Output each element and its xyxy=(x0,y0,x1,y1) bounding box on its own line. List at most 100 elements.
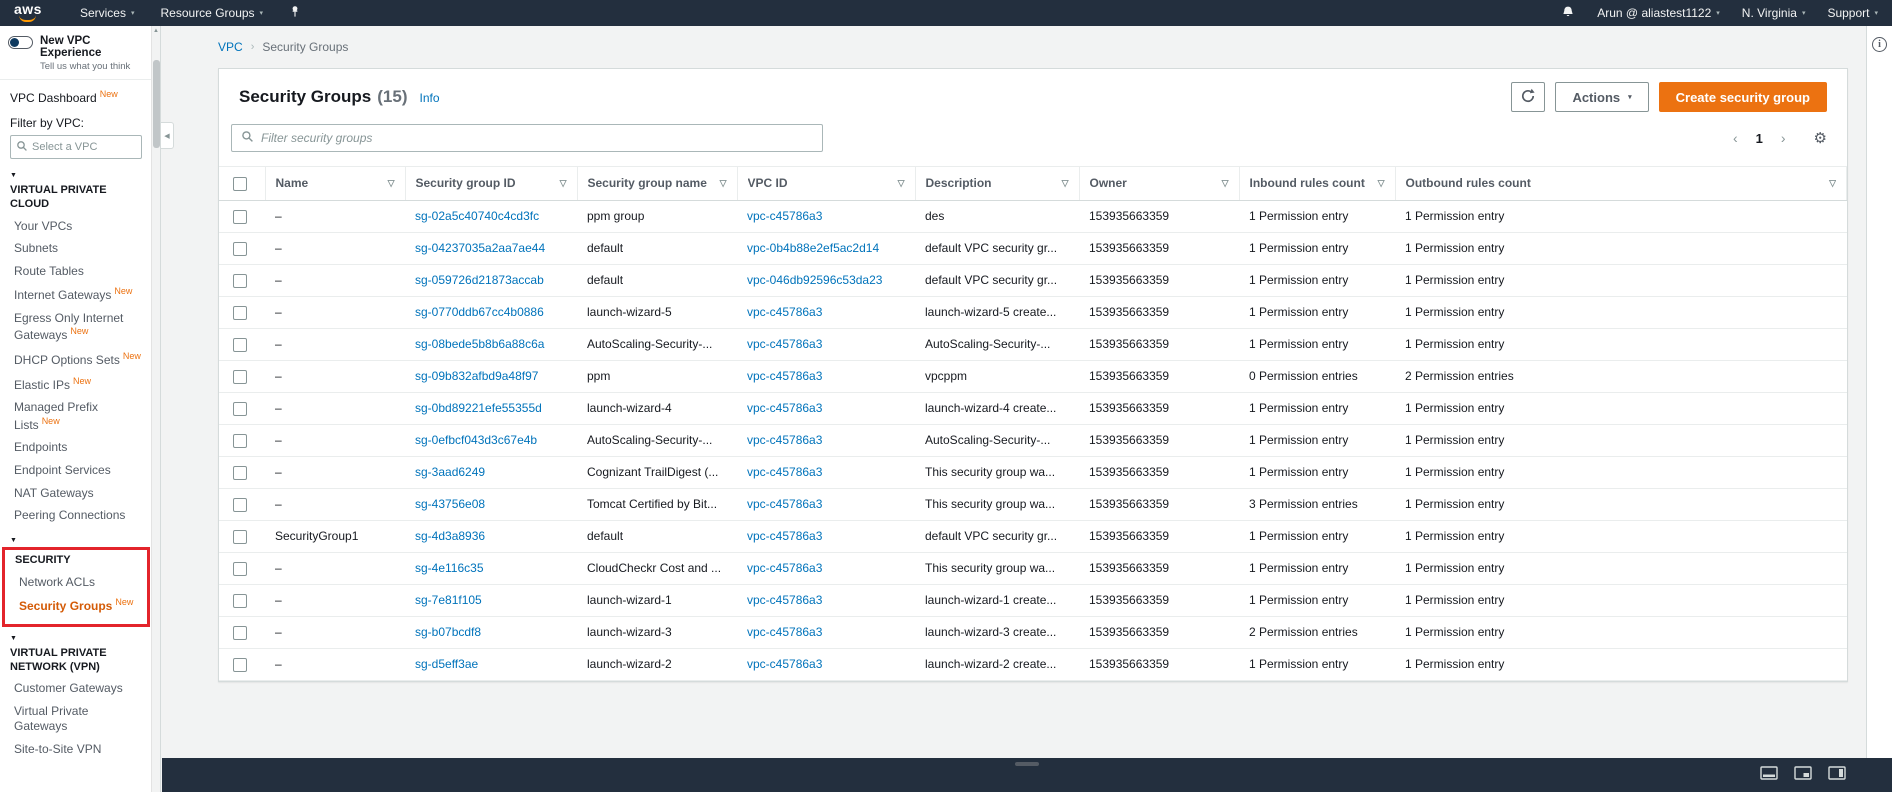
row-checkbox[interactable] xyxy=(233,209,247,224)
notifications-bell-icon[interactable] xyxy=(1561,5,1575,22)
split-view-side-icon[interactable] xyxy=(1828,766,1846,780)
security-group-id-link[interactable]: sg-059726d21873accab xyxy=(415,273,544,287)
sidebar-item[interactable]: Customer Gateways xyxy=(0,678,152,701)
scrollbar-thumb[interactable] xyxy=(153,60,160,148)
column-header[interactable]: VPC ID ▽ xyxy=(737,166,916,201)
security-group-id-link[interactable]: sg-4e116c35 xyxy=(415,561,484,575)
table-row[interactable]: SecurityGroup1 sg-4d3a8936 default vpc-c… xyxy=(219,520,1847,553)
next-page-icon[interactable]: › xyxy=(1775,130,1792,146)
section-collapse-icon[interactable]: ▼ xyxy=(0,630,152,644)
column-header[interactable]: Security group ID ▽ xyxy=(405,166,578,201)
sidebar-item[interactable]: Network ACLs xyxy=(5,572,147,595)
row-checkbox[interactable] xyxy=(233,561,247,576)
vpc-id-link[interactable]: vpc-c45786a3 xyxy=(747,625,822,639)
row-checkbox[interactable] xyxy=(233,593,247,608)
row-checkbox[interactable] xyxy=(233,625,247,640)
row-checkbox[interactable] xyxy=(233,305,247,320)
row-checkbox[interactable] xyxy=(233,497,247,512)
sidebar-item[interactable]: DHCP Options Sets New xyxy=(0,348,152,373)
select-all-checkbox[interactable] xyxy=(233,176,247,191)
region-menu[interactable]: N. Virginia ▾ xyxy=(1742,6,1806,20)
sidebar-item[interactable]: Your VPCs xyxy=(0,216,152,239)
column-filter-icon[interactable]: ▽ xyxy=(1062,178,1069,189)
column-header[interactable]: Inbound rules count ▽ xyxy=(1239,166,1396,201)
actions-button[interactable]: Actions ▾ xyxy=(1555,82,1649,112)
table-row[interactable]: – sg-0efbcf043d3c67e4b AutoScaling-Secur… xyxy=(219,424,1847,457)
vpc-id-link[interactable]: vpc-046db92596c53da23 xyxy=(747,273,882,287)
account-menu[interactable]: Arun @ aliastest1122 ▾ xyxy=(1597,6,1720,20)
column-filter-icon[interactable]: ▽ xyxy=(1222,178,1229,189)
panel-drag-handle[interactable] xyxy=(1015,762,1039,766)
row-checkbox[interactable] xyxy=(233,273,247,288)
info-icon[interactable]: i xyxy=(1872,37,1887,52)
security-group-id-link[interactable]: sg-09b832afbd9a48f97 xyxy=(415,369,538,383)
sidebar-item[interactable]: Security Groups New xyxy=(5,594,147,619)
table-row[interactable]: – sg-08bede5b8b6a88c6a AutoScaling-Secur… xyxy=(219,328,1847,361)
security-group-id-link[interactable]: sg-3aad6249 xyxy=(415,465,485,479)
create-security-group-button[interactable]: Create security group xyxy=(1658,82,1827,112)
pin-icon[interactable] xyxy=(289,5,301,21)
security-group-id-link[interactable]: sg-02a5c40740c4cd3fc xyxy=(415,209,539,223)
sidebar-item[interactable]: Subnets xyxy=(0,238,152,261)
column-header[interactable]: Security group name ▽ xyxy=(577,166,738,201)
new-vpc-experience-toggle[interactable]: New VPC Experience Tell us what you thin… xyxy=(0,26,152,79)
vpc-id-link[interactable]: vpc-c45786a3 xyxy=(747,465,822,479)
vpc-id-link[interactable]: vpc-c45786a3 xyxy=(747,433,822,447)
table-row[interactable]: – sg-7e81f105 launch-wizard-1 vpc-c45786… xyxy=(219,584,1847,617)
toggle-switch[interactable] xyxy=(8,36,33,49)
sidebar-item[interactable]: Managed Prefix Lists New xyxy=(0,397,152,437)
table-row[interactable]: – sg-04237035a2aa7ae44 default vpc-0b4b8… xyxy=(219,232,1847,265)
settings-gear-icon[interactable]: ⚙ xyxy=(1814,129,1827,147)
vpc-filter-input[interactable] xyxy=(32,141,136,153)
column-filter-icon[interactable]: ▽ xyxy=(1829,178,1836,189)
table-row[interactable]: – sg-4e116c35 CloudCheckr Cost and ... v… xyxy=(219,552,1847,585)
table-row[interactable]: – sg-0bd89221efe55355d launch-wizard-4 v… xyxy=(219,392,1847,425)
support-menu[interactable]: Support ▾ xyxy=(1827,6,1878,20)
vpc-id-link[interactable]: vpc-c45786a3 xyxy=(747,561,822,575)
sidebar-item[interactable]: Endpoint Services xyxy=(0,460,152,483)
security-group-id-link[interactable]: sg-43756e08 xyxy=(415,497,485,511)
vpc-id-link[interactable]: vpc-c45786a3 xyxy=(747,305,822,319)
previous-page-icon[interactable]: ‹ xyxy=(1727,130,1744,146)
sidebar-item[interactable]: Route Tables xyxy=(0,261,152,284)
sidebar-item[interactable]: Virtual Private Gateways xyxy=(0,701,152,739)
split-view-bottom-icon[interactable] xyxy=(1760,766,1778,780)
table-row[interactable]: – sg-09b832afbd9a48f97 ppm vpc-c45786a3 … xyxy=(219,360,1847,393)
column-header[interactable]: Owner ▽ xyxy=(1079,166,1240,201)
split-view-corner-icon[interactable] xyxy=(1794,766,1812,780)
section-collapse-icon[interactable]: ▼ xyxy=(0,532,152,546)
column-header[interactable]: Outbound rules count ▽ xyxy=(1395,166,1847,201)
column-filter-icon[interactable]: ▽ xyxy=(388,178,395,189)
column-filter-icon[interactable]: ▽ xyxy=(720,178,727,189)
column-header[interactable]: Description ▽ xyxy=(915,166,1080,201)
resource-groups-menu[interactable]: Resource Groups ▾ xyxy=(161,6,264,20)
sidebar-scrollbar[interactable]: ▲ xyxy=(151,26,160,792)
security-group-id-link[interactable]: sg-0bd89221efe55355d xyxy=(415,401,542,415)
security-group-id-link[interactable]: sg-0efbcf043d3c67e4b xyxy=(415,433,537,447)
security-group-id-link[interactable]: sg-0770ddb67cc4b0886 xyxy=(415,305,544,319)
info-link[interactable]: Info xyxy=(420,91,440,105)
column-filter-icon[interactable]: ▽ xyxy=(560,178,567,189)
security-group-id-link[interactable]: sg-04237035a2aa7ae44 xyxy=(415,241,545,255)
row-checkbox[interactable] xyxy=(233,401,247,416)
sidebar-item-vpc-dashboard[interactable]: VPC Dashboard New xyxy=(0,80,152,114)
row-checkbox[interactable] xyxy=(233,529,247,544)
sidebar-item[interactable]: Peering Connections xyxy=(0,505,152,528)
aws-logo[interactable]: aws xyxy=(14,2,42,22)
row-checkbox[interactable] xyxy=(233,369,247,384)
vpc-id-link[interactable]: vpc-c45786a3 xyxy=(747,593,822,607)
security-group-id-link[interactable]: sg-08bede5b8b6a88c6a xyxy=(415,337,544,351)
breadcrumb-vpc-link[interactable]: VPC xyxy=(218,40,243,54)
security-group-id-link[interactable]: sg-7e81f105 xyxy=(415,593,482,607)
vpc-id-link[interactable]: vpc-c45786a3 xyxy=(747,529,822,543)
security-group-id-link[interactable]: sg-d5eff3ae xyxy=(415,657,478,671)
vpc-id-link[interactable]: vpc-c45786a3 xyxy=(747,657,822,671)
column-header[interactable]: Name ▽ xyxy=(265,166,406,201)
security-group-id-link[interactable]: sg-b07bcdf8 xyxy=(415,625,481,639)
section-collapse-icon[interactable]: ▼ xyxy=(0,167,152,181)
sidebar-item[interactable]: NAT Gateways xyxy=(0,483,152,506)
vpc-id-link[interactable]: vpc-0b4b88e2ef5ac2d14 xyxy=(747,241,879,255)
row-checkbox[interactable] xyxy=(233,241,247,256)
sidebar-item[interactable]: Endpoints xyxy=(0,437,152,460)
table-row[interactable]: – sg-0770ddb67cc4b0886 launch-wizard-5 v… xyxy=(219,296,1847,329)
